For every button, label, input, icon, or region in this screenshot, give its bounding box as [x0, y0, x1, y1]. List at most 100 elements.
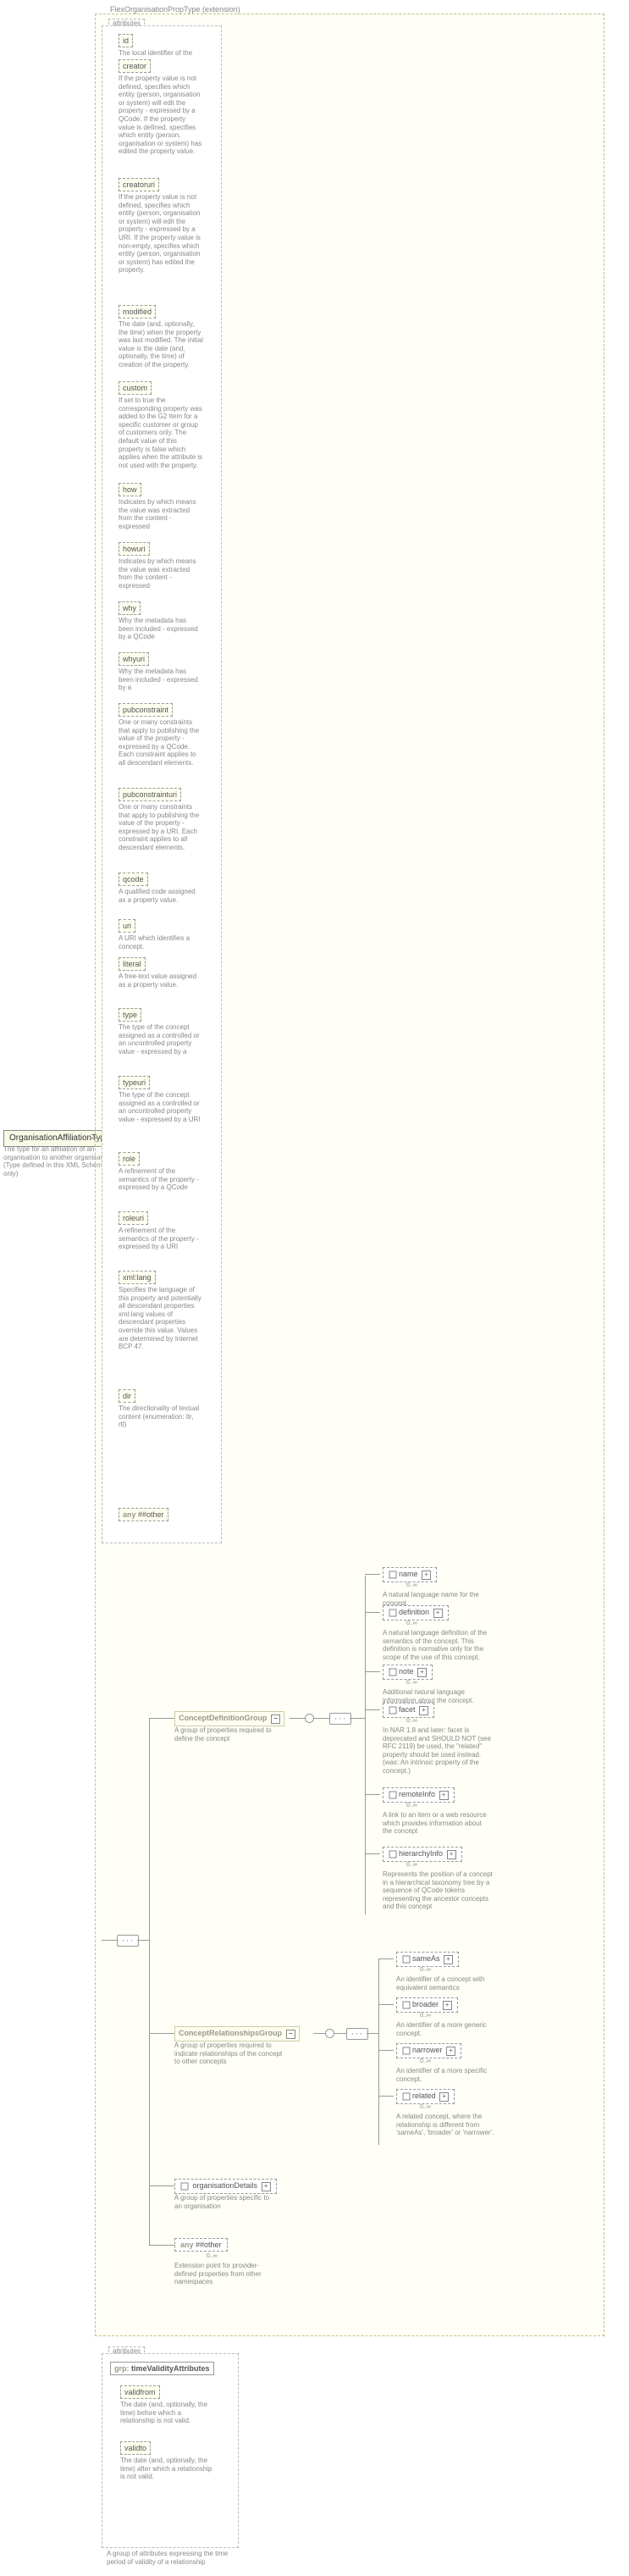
element-label: definition	[399, 1608, 429, 1616]
attr-name: type	[123, 1011, 137, 1019]
element-label: remoteInfo	[399, 1790, 435, 1798]
expand-icon[interactable]: +	[439, 2092, 449, 2102]
expand-icon[interactable]: +	[419, 1706, 428, 1715]
cardinality: 0..∞	[420, 1967, 431, 1973]
attr-desc: The date (and, optionally, the time) bef…	[120, 2401, 213, 2425]
element-icon	[389, 1609, 397, 1617]
attr-desc: A URI which identifies a concept.	[119, 934, 203, 950]
element-broader[interactable]: broader +	[396, 1997, 458, 2013]
element-label: sameAs	[412, 1954, 440, 1963]
expand-icon[interactable]: +	[433, 1609, 443, 1618]
element-icon	[402, 2047, 411, 2055]
concept-relationships-group[interactable]: ConceptRelationshipsGroup −	[174, 2026, 300, 2041]
attr-creator[interactable]: creator	[119, 59, 151, 73]
attr-xmllang[interactable]: xml:lang	[119, 1271, 156, 1284]
attr-name: ##other	[138, 1510, 164, 1519]
element-icon	[389, 1850, 397, 1859]
attr-name: creatoruri	[123, 180, 155, 189]
element-desc: A link to an item or a web resource whic…	[383, 1811, 493, 1836]
group-label: ConceptDefinitionGroup	[179, 1714, 268, 1722]
validfrom-attr[interactable]: validfrom	[120, 2385, 160, 2399]
attr-name: pubconstraint	[123, 706, 168, 714]
attr-type[interactable]: type	[119, 1008, 141, 1022]
element-remoteInfo[interactable]: remoteInfo +	[383, 1787, 455, 1803]
attr-desc: The date (and, optionally, the time) whe…	[119, 320, 203, 369]
element-icon	[402, 1955, 411, 1964]
attr-pubconstrainturi[interactable]: pubconstrainturi	[119, 788, 181, 801]
element-note[interactable]: note +	[383, 1665, 433, 1680]
element-definition[interactable]: definition +	[383, 1605, 449, 1620]
attr-why[interactable]: why	[119, 601, 141, 615]
element-label: facet	[399, 1705, 416, 1714]
expand-icon[interactable]: +	[446, 2047, 455, 2056]
attr-whyuri[interactable]: whyuri	[119, 652, 149, 666]
diagram-canvas: OrganisationAffiliationType − The type f…	[0, 0, 629, 2576]
attr-other[interactable]: any ##other	[119, 1508, 168, 1521]
attr-dir[interactable]: dir	[119, 1389, 135, 1403]
attr-modified[interactable]: modified	[119, 305, 156, 319]
concept-definition-group[interactable]: ConceptDefinitionGroup −	[174, 1711, 284, 1726]
attr-name: literal	[123, 960, 141, 968]
attr-name: howuri	[123, 545, 146, 553]
element-icon	[180, 2182, 189, 2191]
element-desc: An identifier of a concept with equivale…	[396, 1975, 506, 1992]
attr-uri[interactable]: uri	[119, 919, 135, 933]
any-other-element[interactable]: any ##other	[174, 2238, 228, 2252]
element-related[interactable]: related +	[396, 2089, 455, 2104]
attr-name: role	[123, 1155, 135, 1163]
model-group-icon	[305, 1714, 314, 1723]
expand-icon[interactable]: +	[447, 1850, 456, 1859]
attr-howuri[interactable]: howuri	[119, 542, 150, 556]
element-label: organisationDetails	[193, 2181, 258, 2190]
attr-name: how	[123, 485, 137, 494]
attr-id[interactable]: id	[119, 34, 133, 47]
expand-icon[interactable]: +	[262, 2182, 271, 2191]
attr-desc: If the property value is not defined, sp…	[119, 75, 203, 156]
cardinality: 0..∞	[420, 2013, 431, 2019]
attr-custom[interactable]: custom	[119, 381, 152, 395]
element-narrower[interactable]: narrower +	[396, 2043, 461, 2058]
expand-icon[interactable]: +	[422, 1571, 431, 1580]
group-desc: A group of properties required to indica…	[174, 2041, 284, 2066]
attr-desc: The directionality of textual content (e…	[119, 1404, 203, 1429]
expand-icon[interactable]: +	[439, 1791, 449, 1800]
attr-name: creator	[123, 62, 146, 70]
element-desc: An identifier of a more specific concept…	[396, 2067, 506, 2083]
element-desc: A natural language definition of the sem…	[383, 1629, 493, 1661]
expand-icon[interactable]: +	[444, 1955, 453, 1964]
attr-desc: A free-text value assigned as a property…	[119, 972, 203, 989]
validity-group-desc: A group of attributes expressing the tim…	[107, 2550, 234, 2566]
expand-icon[interactable]: +	[417, 1668, 427, 1677]
attr-typeuri[interactable]: typeuri	[119, 1076, 150, 1089]
time-validity-group[interactable]: grp: timeValidityAttributes	[110, 2362, 214, 2375]
element-facet[interactable]: facet +	[383, 1703, 434, 1718]
expand-icon[interactable]: −	[271, 1715, 280, 1724]
element-hierarchyInfo[interactable]: hierarchyInfo +	[383, 1847, 462, 1862]
attr-qcode[interactable]: qcode	[119, 873, 148, 886]
cardinality: 0..∞	[406, 1862, 417, 1868]
attr-desc: The local identifier of the	[119, 49, 203, 58]
attr-roleuri[interactable]: roleuri	[119, 1211, 148, 1225]
element-sameAs[interactable]: sameAs +	[396, 1952, 459, 1967]
expand-icon[interactable]: +	[443, 2001, 452, 2010]
attr-desc: A qualified code assigned as a property …	[119, 888, 203, 904]
model-group-icon	[325, 2029, 334, 2038]
element-label: hierarchyInfo	[399, 1849, 443, 1858]
sequence-icon	[346, 2028, 368, 2040]
attr-literal[interactable]: literal	[119, 957, 146, 971]
element-label: related	[412, 2091, 436, 2100]
attr-role[interactable]: role	[119, 1152, 140, 1166]
cardinality: 0..∞	[207, 2253, 218, 2259]
attr-pubconstraint[interactable]: pubconstraint	[119, 703, 173, 717]
element-name[interactable]: name +	[383, 1567, 437, 1582]
attr-how[interactable]: how	[119, 483, 141, 496]
attr-desc: Specifies the language of this property …	[119, 1286, 203, 1351]
attr-desc: One or many constraints that apply to pu…	[119, 803, 203, 852]
element-icon	[402, 2092, 411, 2101]
attr-creatoruri[interactable]: creatoruri	[119, 178, 159, 191]
attr-name: roleuri	[123, 1214, 144, 1222]
attr-name: validto	[124, 2444, 146, 2452]
organisation-details-element[interactable]: organisationDetails +	[174, 2179, 277, 2194]
expand-icon[interactable]: −	[286, 2030, 295, 2039]
validto-attr[interactable]: validto	[120, 2441, 151, 2455]
